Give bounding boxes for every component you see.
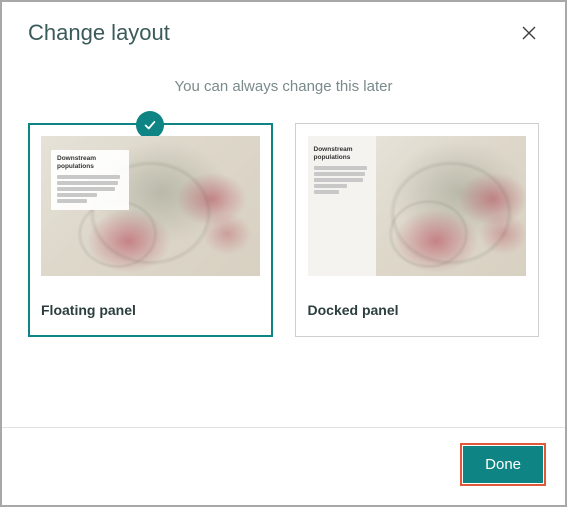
- option-thumbnail: Downstream populations: [41, 136, 260, 276]
- option-docked-panel[interactable]: Downstream populations Docked panel: [295, 123, 540, 337]
- dialog-title: Change layout: [28, 20, 170, 46]
- dialog-footer: Done: [2, 428, 565, 505]
- dialog-header: Change layout: [2, 2, 565, 54]
- option-thumbnail: Downstream populations: [308, 136, 527, 276]
- done-button[interactable]: Done: [463, 446, 543, 483]
- close-icon[interactable]: [519, 23, 539, 43]
- thumb-info-panel: Downstream populations: [51, 150, 129, 210]
- option-label: Docked panel: [308, 302, 527, 318]
- dialog-subtitle: You can always change this later: [2, 78, 565, 95]
- change-layout-dialog: Change layout You can always change this…: [0, 0, 567, 507]
- option-label: Floating panel: [41, 302, 260, 318]
- thumb-info-panel: Downstream populations: [308, 136, 376, 276]
- option-floating-panel[interactable]: Downstream populations Floating panel: [28, 123, 273, 337]
- layout-options: Downstream populations Floating panel Do…: [2, 123, 565, 337]
- check-icon: [136, 111, 164, 139]
